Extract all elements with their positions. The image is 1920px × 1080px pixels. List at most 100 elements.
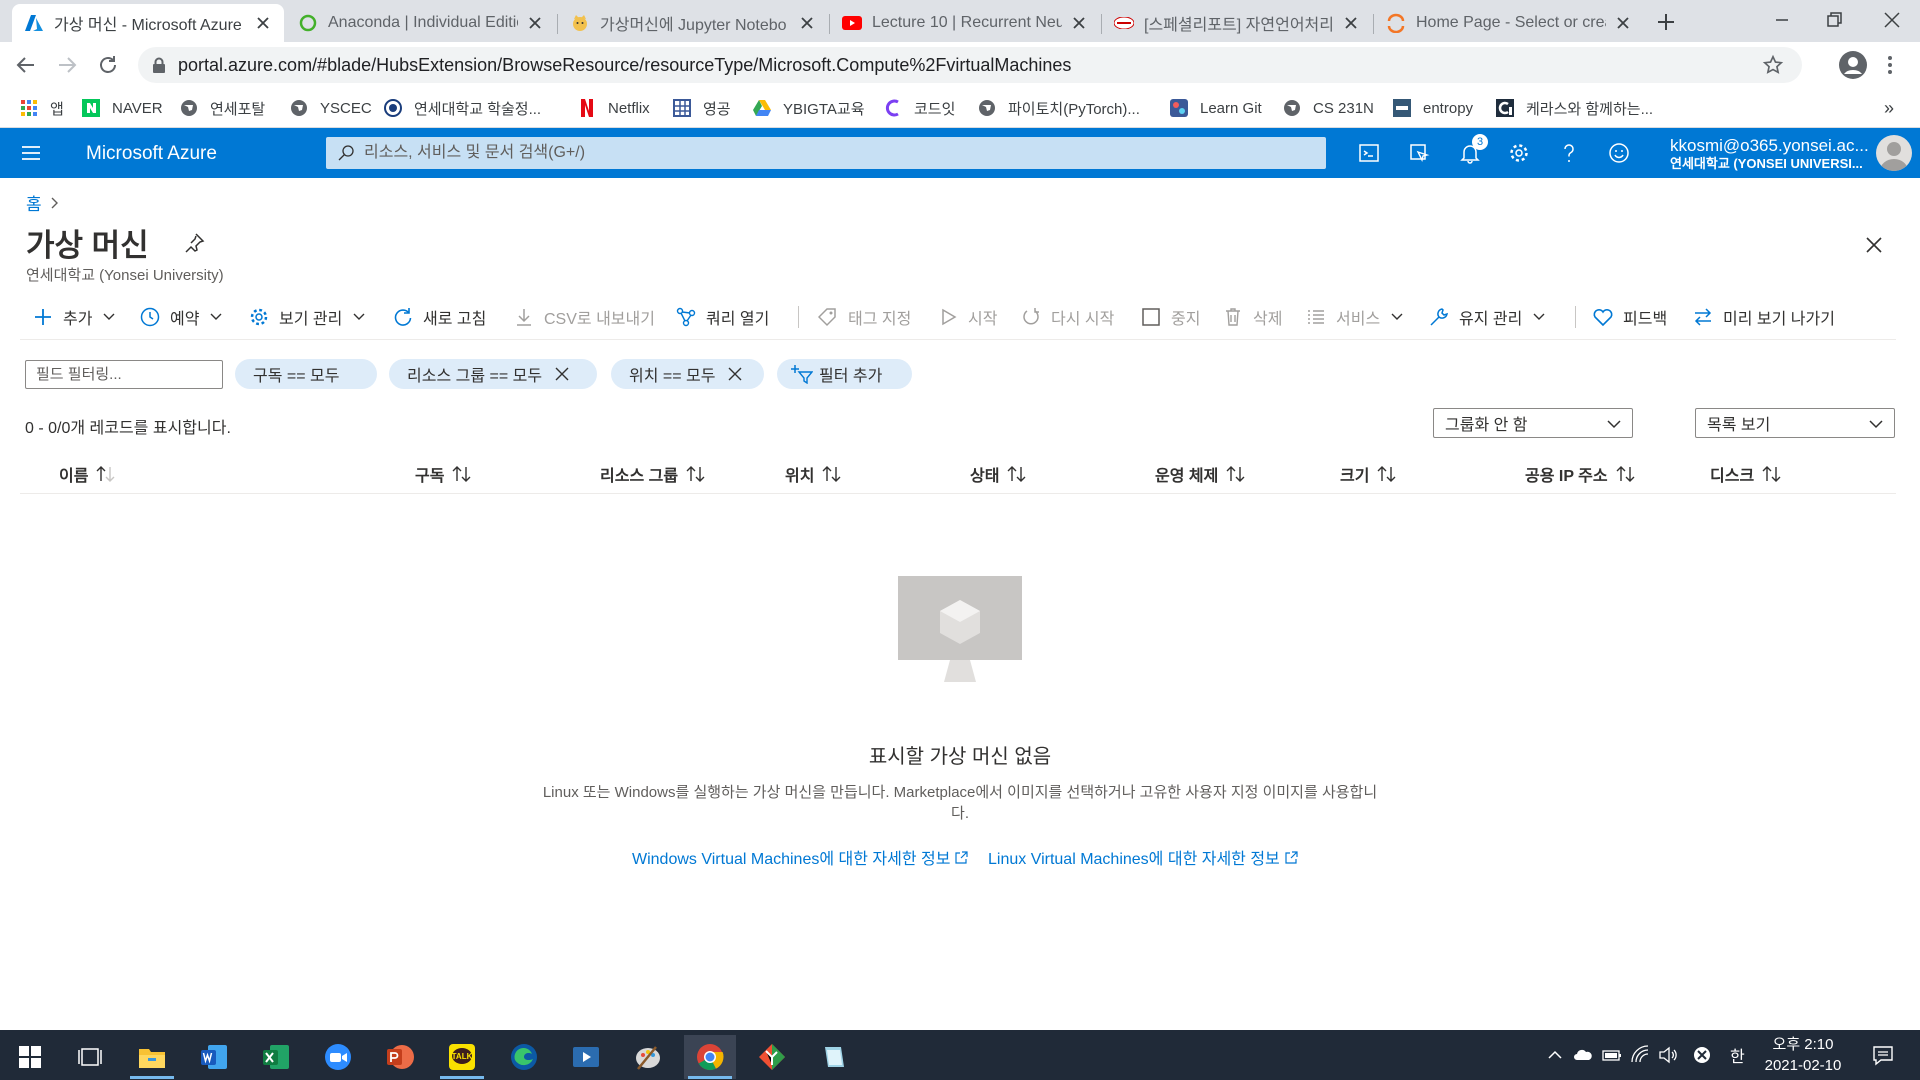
start-button[interactable] [4, 1035, 56, 1079]
start-button[interactable]: 시작 [937, 304, 997, 330]
column-header-os[interactable]: 운영 체제 [1155, 462, 1246, 486]
search-input[interactable] [326, 137, 1326, 169]
feedback-button[interactable]: 피드백 [1592, 304, 1667, 330]
close-blade-icon[interactable] [1862, 233, 1886, 257]
bookmark-yonsei-library[interactable]: 연세대학교 학술정... [384, 96, 541, 120]
powerpoint-button[interactable] [374, 1035, 426, 1079]
chevron-up-icon[interactable] [1545, 1045, 1565, 1065]
bookmark-pytorch[interactable]: 파이토치(PyTorch)... [978, 96, 1140, 120]
bookmark-entropy[interactable]: entropy [1393, 96, 1473, 120]
pin-icon[interactable] [183, 232, 205, 254]
column-header-resource-group[interactable]: 리소스 그룹 [600, 462, 706, 486]
git-button[interactable] [746, 1035, 798, 1079]
remove-filter-icon[interactable] [554, 366, 570, 382]
schedule-button[interactable]: 예약 [139, 304, 223, 330]
bookmark-star-icon[interactable] [1762, 54, 1784, 76]
bookmark-netflix[interactable]: Netflix [578, 96, 650, 120]
column-header-size[interactable]: 크기 [1340, 462, 1397, 486]
notes-button[interactable] [808, 1035, 860, 1079]
tab-youtube[interactable]: Lecture 10 | Recurrent Neur [830, 4, 1100, 42]
filter-pill-resource-group[interactable]: 리소스 그룹 == 모두 [389, 359, 597, 389]
paint-button[interactable] [622, 1035, 674, 1079]
restore-icon[interactable] [1822, 8, 1846, 32]
add-filter-button[interactable]: 필터 추가 [777, 359, 912, 389]
volume-icon[interactable] [1658, 1045, 1678, 1065]
edge-button[interactable] [498, 1035, 550, 1079]
more-bookmarks-button[interactable]: » [1884, 96, 1894, 120]
close-tab-icon[interactable] [1614, 14, 1632, 32]
ime-indicator[interactable]: 한 [1730, 1043, 1745, 1067]
new-tab-icon[interactable] [1654, 10, 1678, 34]
kakaotalk-button[interactable]: TALK [436, 1035, 488, 1079]
bookmark-learn-git[interactable]: Learn Git [1170, 96, 1262, 120]
manage-view-button[interactable]: 보기 관리 [248, 304, 366, 330]
forward-icon[interactable] [55, 53, 79, 77]
bookmark-apps[interactable]: 앱 [20, 96, 64, 120]
global-search[interactable] [326, 137, 1326, 169]
chrome-button[interactable] [684, 1035, 736, 1079]
avatar[interactable] [1876, 135, 1912, 171]
close-tab-icon[interactable] [526, 14, 544, 32]
tab-jupyter-blog[interactable]: 가상머신에 Jupyter Notebo [558, 4, 828, 42]
action-center-icon[interactable] [1872, 1044, 1894, 1066]
column-header-location[interactable]: 위치 [785, 462, 842, 486]
onedrive-cloud-icon[interactable] [1573, 1045, 1593, 1065]
close-tab-icon[interactable] [1342, 14, 1360, 32]
close-tab-icon[interactable] [798, 14, 816, 32]
export-csv-button[interactable]: CSV로 내보내기 [513, 304, 655, 330]
windows-vm-learn-more-link[interactable]: Windows Virtual Machines에 대한 자세한 정보 [632, 845, 969, 869]
leave-preview-button[interactable]: 미리 보기 나가기 [1692, 304, 1835, 330]
close-window-icon[interactable] [1880, 8, 1904, 32]
bookmark-codeit[interactable]: 코드잇 [884, 96, 955, 120]
taskbar-clock[interactable]: 오후 2:10 2021-02-10 [1748, 1034, 1858, 1076]
back-icon[interactable] [14, 53, 38, 77]
address-bar[interactable]: portal.azure.com/#blade/HubsExtension/Br… [138, 47, 1802, 83]
menu-kebab-icon[interactable] [1884, 53, 1896, 77]
linux-vm-learn-more-link[interactable]: Linux Virtual Machines에 대한 자세한 정보 [988, 845, 1298, 869]
minimize-icon[interactable] [1770, 8, 1794, 32]
bookmark-ybigta[interactable]: YBIGTA교육 [753, 96, 865, 120]
status-x-icon[interactable] [1692, 1045, 1712, 1065]
file-explorer-button[interactable] [126, 1035, 178, 1079]
tab-azure[interactable]: 가상 머신 - Microsoft Azure [12, 4, 284, 42]
remove-filter-icon[interactable] [727, 366, 743, 382]
reload-icon[interactable] [96, 53, 120, 77]
account-info[interactable]: kkosmi@o365.yonsei.ac... 연세대학교 (YONSEI U… [1670, 136, 1869, 172]
tab-special-report[interactable]: [스페셜리포트] 자연언어처리 [1102, 4, 1372, 42]
lock-icon[interactable] [152, 57, 166, 73]
feedback-smiley-icon[interactable] [1608, 142, 1630, 164]
profile-icon[interactable] [1838, 50, 1868, 80]
azure-brand[interactable]: Microsoft Azure [86, 143, 217, 165]
restart-button[interactable]: 다시 시작 [1020, 304, 1114, 330]
bookmark-cs231n[interactable]: CS 231N [1283, 96, 1374, 120]
breadcrumb-home[interactable]: 홈 [26, 190, 42, 215]
column-header-name[interactable]: 이름 [59, 462, 116, 486]
filter-pill-location[interactable]: 위치 == 모두 [611, 359, 764, 389]
close-tab-icon[interactable] [254, 14, 272, 32]
column-header-status[interactable]: 상태 [970, 462, 1027, 486]
assign-tags-button[interactable]: 태그 지정 [817, 304, 911, 330]
stop-button[interactable]: 중지 [1140, 304, 1200, 330]
column-header-subscription[interactable]: 구독 [415, 462, 472, 486]
help-question-icon[interactable] [1558, 142, 1580, 164]
maintenance-button[interactable]: 유지 관리 [1428, 304, 1546, 330]
word-button[interactable] [188, 1035, 240, 1079]
filter-input[interactable] [26, 361, 222, 388]
bookmark-yeonggong[interactable]: 영공 [673, 96, 731, 120]
media-player-button[interactable] [560, 1035, 612, 1079]
bookmark-yscec[interactable]: YSCEC [290, 96, 372, 120]
open-query-button[interactable]: 쿼리 열기 [675, 304, 769, 330]
task-view-button[interactable] [64, 1035, 116, 1079]
refresh-button[interactable]: 새로 고침 [392, 304, 486, 330]
services-button[interactable]: 서비스 [1305, 304, 1404, 330]
bookmark-keras[interactable]: 케라스와 함께하는... [1496, 96, 1653, 120]
delete-button[interactable]: 삭제 [1222, 304, 1282, 330]
close-tab-icon[interactable] [1070, 14, 1088, 32]
grouping-dropdown[interactable]: 그룹화 안 함 [1433, 408, 1633, 438]
view-mode-dropdown[interactable]: 목록 보기 [1695, 408, 1895, 438]
column-header-public-ip[interactable]: 공용 IP 주소 [1525, 462, 1636, 486]
cloud-shell-icon[interactable] [1358, 142, 1380, 164]
hamburger-menu-icon[interactable] [20, 142, 42, 164]
tab-anaconda[interactable]: Anaconda | Individual Editio [286, 4, 556, 42]
wifi-icon[interactable] [1630, 1045, 1650, 1065]
